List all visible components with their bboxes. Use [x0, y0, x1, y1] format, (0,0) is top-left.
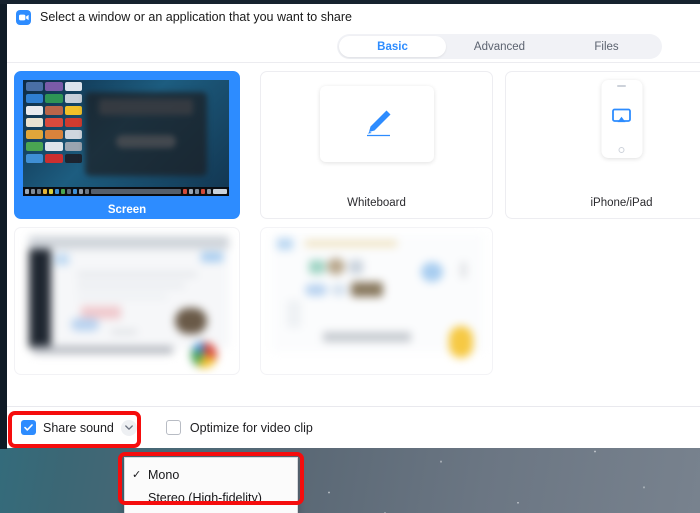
desktop-icon-grid	[26, 82, 82, 163]
blurred-browser-window	[261, 228, 492, 374]
menu-item-stereo-label: Stereo (High-fidelity)	[148, 491, 262, 505]
share-sound-checkbox-box[interactable]	[21, 420, 36, 435]
share-options-bar: Share sound Optimize for video clip	[7, 406, 700, 448]
desktop-screenshot-thumbnail	[15, 72, 239, 204]
phone-home-button	[619, 147, 625, 153]
menu-item-mono-label: Mono	[148, 468, 179, 482]
tab-bar-row: Basic Advanced Files	[7, 30, 700, 62]
tab-advanced[interactable]: Advanced	[446, 36, 553, 57]
share-card-label-screen: Screen	[15, 202, 239, 218]
whiteboard-thumbnail	[261, 72, 492, 190]
share-sound-checkbox[interactable]: Share sound	[21, 420, 137, 436]
taskbar	[23, 187, 229, 196]
screenshot-root: Select a window or an application that y…	[0, 0, 700, 513]
blurred-browser-window	[15, 228, 239, 374]
share-card-label-whiteboard: Whiteboard	[261, 188, 492, 218]
blurred-foreground-window	[85, 92, 207, 176]
window-chrome-top-edge	[0, 0, 700, 4]
share-card-label-iphone-ipad: iPhone/iPad	[506, 188, 700, 218]
airplay-icon	[612, 109, 631, 130]
menu-item-stereo[interactable]: Stereo (High-fidelity)	[125, 486, 297, 509]
iphone-ipad-thumbnail	[506, 72, 700, 190]
optimize-video-label: Optimize for video clip	[190, 421, 313, 435]
phone-outline-icon	[601, 80, 642, 158]
share-card-iphone-ipad[interactable]: iPhone/iPad	[505, 71, 700, 219]
share-source-grid: Screen Whiteboard	[7, 62, 700, 406]
menu-item-mono[interactable]: ✓ Mono	[125, 463, 297, 486]
dialog-header: Select a window or an application that y…	[7, 4, 700, 30]
optimize-video-clip-checkbox[interactable]: Optimize for video clip	[166, 420, 313, 435]
chevron-down-icon[interactable]	[121, 420, 137, 436]
share-screen-dialog: Select a window or an application that y…	[7, 4, 700, 448]
pen-icon	[320, 86, 434, 162]
share-card-screen[interactable]: Screen	[14, 71, 240, 219]
window-chrome-left-edge	[0, 0, 7, 449]
check-icon: ✓	[132, 468, 148, 481]
share-card-whiteboard[interactable]: Whiteboard	[260, 71, 493, 219]
phone-speaker	[617, 85, 626, 87]
optimize-video-checkbox-box[interactable]	[166, 420, 181, 435]
dialog-title: Select a window or an application that y…	[40, 10, 352, 24]
share-sound-label: Share sound	[43, 421, 114, 435]
tab-files[interactable]: Files	[553, 36, 660, 57]
share-card-application-2[interactable]	[260, 227, 493, 375]
share-card-application-1[interactable]	[14, 227, 240, 375]
audio-mode-dropdown-menu: ✓ Mono Stereo (High-fidelity)	[124, 457, 298, 513]
tab-basic[interactable]: Basic	[339, 36, 446, 57]
zoom-video-camera-icon	[16, 10, 31, 25]
tab-group: Basic Advanced Files	[337, 34, 662, 59]
